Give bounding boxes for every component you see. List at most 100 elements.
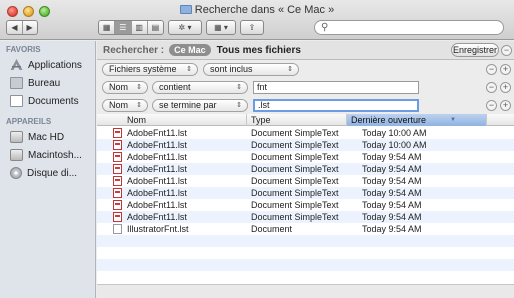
sidebar-item-applications[interactable]: Applications — [0, 56, 95, 74]
simpletext-icon — [113, 164, 122, 174]
sidebar-section-appareils: APPAREILS — [6, 117, 52, 126]
sidebar: FAVORIS Applications Bureau Documents AP… — [0, 41, 96, 298]
table-row[interactable]: IllustratorFnt.lst Document Today 9:54 AM — [97, 223, 514, 235]
table-row[interactable]: AdobeFnt11.lst Document SimpleText Today 9… — [97, 163, 514, 175]
rule-attribute-select[interactable]: Nom ⇕ — [102, 99, 148, 112]
scope-all-files-button[interactable]: Tous mes fichiers — [217, 45, 301, 56]
table-row[interactable]: AdobeFnt11.lst Document SimpleText Today 9… — [97, 187, 514, 199]
file-name-cell: AdobeFnt11.lst — [127, 152, 187, 162]
chevron-updown-icon: ⇕ — [136, 84, 142, 91]
sidebar-item-label: Mac HD — [28, 131, 65, 143]
file-type-cell: Document SimpleText — [251, 152, 339, 162]
column-header-date[interactable]: Dernière ouverture ▼ — [347, 114, 487, 126]
file-name-cell: AdobeFnt11.lst — [127, 176, 187, 186]
remove-rule-button[interactable]: − — [486, 82, 497, 93]
share-button[interactable]: ⇪ — [240, 20, 264, 35]
forward-arrow-icon[interactable]: ▶ — [27, 23, 33, 32]
arrange-icon: ▦ ▾ — [214, 23, 228, 32]
sidebar-item-label: Disque di... — [27, 167, 78, 179]
file-date-cell: Today 9:54 AM — [362, 152, 422, 162]
column-header-type[interactable]: Type — [247, 114, 347, 126]
rule-operator-select[interactable]: contient ⇕ — [152, 81, 248, 94]
chevron-updown-icon: ⇕ — [186, 66, 192, 73]
sort-descending-icon: ▼ — [450, 117, 456, 123]
search-icon: ⚲ — [321, 22, 329, 33]
rule-operator-value: contient — [159, 82, 191, 92]
table-row[interactable]: AdobeFnt11.lst Document SimpleText Today 9… — [97, 151, 514, 163]
share-icon: ⇪ — [248, 23, 256, 32]
rule-operator-select[interactable]: se termine par ⇕ — [152, 99, 248, 112]
remove-rule-button[interactable]: − — [486, 64, 497, 75]
save-search-button[interactable]: Enregistrer — [451, 43, 499, 57]
sidebar-item-macintosh[interactable]: Macintosh... — [0, 146, 95, 164]
list-view-icon[interactable]: ☰ — [115, 21, 132, 34]
sidebar-item-label: Bureau — [28, 77, 61, 89]
file-list: AdobeFnt11.lst Document SimpleText Today 1… — [97, 127, 514, 283]
hard-drive-icon — [10, 131, 23, 143]
rule-value-input[interactable]: .lst — [253, 99, 419, 112]
simpletext-icon — [113, 212, 122, 222]
table-row[interactable]: AdobeFnt11.lst Document SimpleText Today 9… — [97, 199, 514, 211]
file-name-cell: AdobeFnt11.lst — [127, 212, 187, 222]
search-scope-label: Rechercher : — [103, 44, 165, 56]
window-title: Recherche dans « Ce Mac » — [0, 4, 514, 16]
smart-folder-icon — [179, 5, 192, 14]
simpletext-icon — [113, 176, 122, 186]
column-view-icon[interactable]: ▥ — [132, 21, 148, 34]
remove-search-button[interactable]: − — [501, 45, 512, 56]
arrange-button[interactable]: ▦ ▾ — [206, 20, 236, 35]
documents-icon — [10, 95, 23, 107]
file-date-cell: Today 9:54 AM — [362, 224, 422, 234]
icon-view-icon[interactable]: ▦ — [99, 21, 116, 34]
search-results-pane: Rechercher : Ce Mac Tous mes fichiers En… — [97, 41, 514, 298]
file-list-header: Nom Type Dernière ouverture ▼ — [97, 114, 514, 126]
back-arrow-icon[interactable]: ◀ — [11, 23, 17, 32]
empty-row — [97, 259, 514, 271]
add-rule-button[interactable]: + — [500, 82, 511, 93]
file-date-cell: Today 9:54 AM — [362, 164, 422, 174]
hard-drive-icon — [10, 149, 23, 161]
rule-attribute-value: Fichiers système — [109, 64, 177, 74]
document-icon — [113, 224, 122, 234]
table-row[interactable]: AdobeFnt11.lst Document SimpleText Today 9… — [97, 175, 514, 187]
file-name-cell: IllustratorFnt.lst — [127, 224, 189, 234]
add-rule-button[interactable]: + — [500, 64, 511, 75]
add-rule-button[interactable]: + — [500, 100, 511, 111]
desktop-icon — [10, 77, 23, 89]
coverflow-view-icon[interactable]: ▤ — [148, 21, 163, 34]
file-type-cell: Document SimpleText — [251, 140, 339, 150]
column-header-name[interactable]: Nom — [97, 114, 247, 126]
rule-attribute-select[interactable]: Fichiers système ⇕ — [102, 63, 198, 76]
simpletext-icon — [113, 128, 122, 138]
simpletext-icon — [113, 152, 122, 162]
search-rule-row: Nom ⇕ contient ⇕ fnt − + — [97, 78, 514, 97]
horizontal-scrollbar[interactable] — [97, 284, 514, 298]
search-input[interactable]: ⚲ — [314, 20, 504, 35]
file-name-cell: AdobeFnt11.lst — [127, 188, 187, 198]
chevron-updown-icon: ⇕ — [287, 66, 293, 73]
scope-this-mac-button[interactable]: Ce Mac — [169, 44, 211, 56]
view-mode-control: ▦ ☰ ▥ ▤ — [98, 20, 164, 35]
disc-icon — [10, 167, 22, 179]
file-date-cell: Today 10:00 AM — [362, 128, 427, 138]
rule-operator-select[interactable]: sont inclus ⇕ — [203, 63, 299, 76]
remove-rule-button[interactable]: − — [486, 100, 497, 111]
search-rule-row: Nom ⇕ se termine par ⇕ .lst − + — [97, 96, 514, 115]
file-date-cell: Today 9:54 AM — [362, 176, 422, 186]
rule-operator-value: se termine par — [159, 100, 217, 110]
file-date-cell: Today 9:54 AM — [362, 212, 422, 222]
sidebar-item-mac-hd[interactable]: Mac HD — [0, 128, 95, 146]
file-type-cell: Document SimpleText — [251, 188, 339, 198]
file-name-cell: AdobeFnt11.lst — [127, 164, 187, 174]
sidebar-item-documents[interactable]: Documents — [0, 92, 95, 110]
rule-attribute-select[interactable]: Nom ⇕ — [102, 81, 148, 94]
sidebar-item-bureau[interactable]: Bureau — [0, 74, 95, 92]
table-row[interactable]: AdobeFnt11.lst Document SimpleText Today 1… — [97, 127, 514, 139]
search-rule-row: Fichiers système ⇕ sont inclus ⇕ − + — [97, 60, 514, 79]
action-button[interactable]: ✲ ▾ — [168, 20, 202, 35]
rule-value-input[interactable]: fnt — [253, 81, 419, 94]
sidebar-item-disque[interactable]: Disque di... — [0, 164, 95, 182]
column-header-date-label: Dernière ouverture — [351, 115, 427, 125]
table-row[interactable]: AdobeFnt11.lst Document SimpleText Today 1… — [97, 139, 514, 151]
table-row[interactable]: AdobeFnt11.lst Document SimpleText Today 9… — [97, 211, 514, 223]
